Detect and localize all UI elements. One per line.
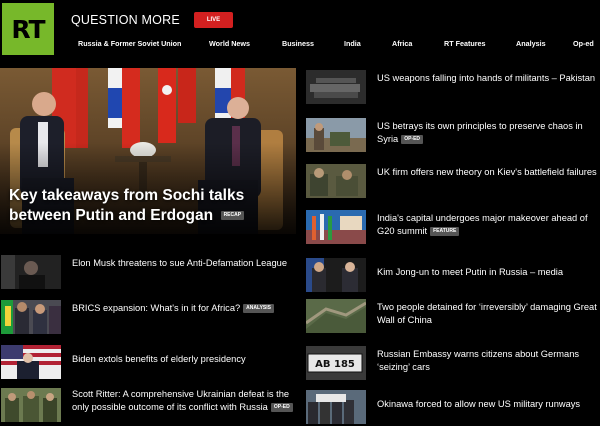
- story-title[interactable]: US weapons falling into hands of militan…: [377, 72, 600, 85]
- nav-business[interactable]: Business: [282, 39, 314, 48]
- story-title[interactable]: Two people detained for ‘irreversibly’ d…: [377, 301, 600, 326]
- story-title[interactable]: UK firm offers new theory on Kiev's batt…: [377, 166, 600, 179]
- license-plate-text: AB 185: [315, 359, 355, 370]
- list-item[interactable]: India's capital undergoes major makeover…: [306, 210, 600, 246]
- story-title[interactable]: India's capital undergoes major makeover…: [377, 212, 600, 237]
- story-title[interactable]: Russian Embassy warns citizens about Ger…: [377, 348, 600, 373]
- nav-africa[interactable]: Africa: [392, 39, 412, 48]
- list-item[interactable]: Okinawa forced to allow new US military …: [306, 390, 600, 426]
- hero-badge: RECAP: [220, 211, 245, 221]
- list-item[interactable]: Elon Musk threatens to sue Anti-Defamati…: [1, 255, 297, 291]
- story-badge: OP-ED: [401, 134, 424, 144]
- nav-world-news[interactable]: World News: [209, 39, 250, 48]
- story-title[interactable]: Scott Ritter: A comprehensive Ukrainian …: [72, 388, 297, 413]
- nav-india[interactable]: India: [344, 39, 361, 48]
- story-title[interactable]: Okinawa forced to allow new US military …: [377, 398, 600, 411]
- story-thumbnail: [1, 255, 61, 289]
- hero-story[interactable]: Key takeaways from Sochi talks between P…: [0, 68, 296, 234]
- story-thumbnail: [1, 300, 61, 334]
- story-badge: OP-ED: [270, 402, 293, 412]
- site-header: RT QUESTION MORE LIVE Russia & Former So…: [0, 0, 600, 57]
- site-tagline: QUESTION MORE: [71, 13, 180, 27]
- list-item[interactable]: Scott Ritter: A comprehensive Ukrainian …: [1, 388, 297, 424]
- story-title[interactable]: BRICS expansion: What's in it for Africa…: [72, 302, 297, 315]
- main-nav: Russia & Former Soviet Union World News …: [0, 39, 600, 53]
- list-item[interactable]: BRICS expansion: What's in it for Africa…: [1, 300, 297, 336]
- list-item[interactable]: Kim Jong-un to meet Putin in Russia – me…: [306, 258, 600, 294]
- story-thumbnail: [306, 258, 366, 292]
- story-title[interactable]: Biden extols benefits of elderly preside…: [72, 353, 297, 366]
- nav-analysis[interactable]: Analysis: [516, 39, 546, 48]
- story-thumbnail: [306, 164, 366, 198]
- story-title[interactable]: Kim Jong-un to meet Putin in Russia – me…: [377, 266, 600, 279]
- list-item[interactable]: Biden extols benefits of elderly preside…: [1, 345, 297, 381]
- list-item[interactable]: AB 185 Russian Embassy warns citizens ab…: [306, 346, 600, 382]
- list-item[interactable]: UK firm offers new theory on Kiev's batt…: [306, 164, 600, 200]
- nav-op-ed[interactable]: Op-ed: [573, 39, 594, 48]
- story-thumbnail: AB 185: [306, 346, 366, 380]
- story-title[interactable]: US betrays its own principles to preserv…: [377, 120, 600, 145]
- story-badge: ANALYSIS: [243, 304, 274, 314]
- story-thumbnail: [306, 390, 366, 424]
- list-item[interactable]: US weapons falling into hands of militan…: [306, 70, 600, 106]
- story-thumbnail: [306, 70, 366, 104]
- story-thumbnail: [1, 345, 61, 379]
- story-badge: FEATURE: [430, 226, 460, 236]
- live-button[interactable]: LIVE: [194, 12, 233, 28]
- story-title[interactable]: Elon Musk threatens to sue Anti-Defamati…: [72, 257, 297, 270]
- list-item[interactable]: US betrays its own principles to preserv…: [306, 118, 600, 154]
- hero-title[interactable]: Key takeaways from Sochi talks between P…: [9, 186, 291, 226]
- story-thumbnail: [306, 118, 366, 152]
- hero-headline[interactable]: Key takeaways from Sochi talks between P…: [9, 187, 244, 224]
- nav-russia-former-soviet-union[interactable]: Russia & Former Soviet Union: [78, 39, 181, 48]
- nav-rt-features[interactable]: RT Features: [444, 39, 486, 48]
- list-item[interactable]: Two people detained for ‘irreversibly’ d…: [306, 299, 600, 335]
- story-thumbnail: [306, 299, 366, 333]
- story-thumbnail: [306, 210, 366, 244]
- story-thumbnail: [1, 388, 61, 422]
